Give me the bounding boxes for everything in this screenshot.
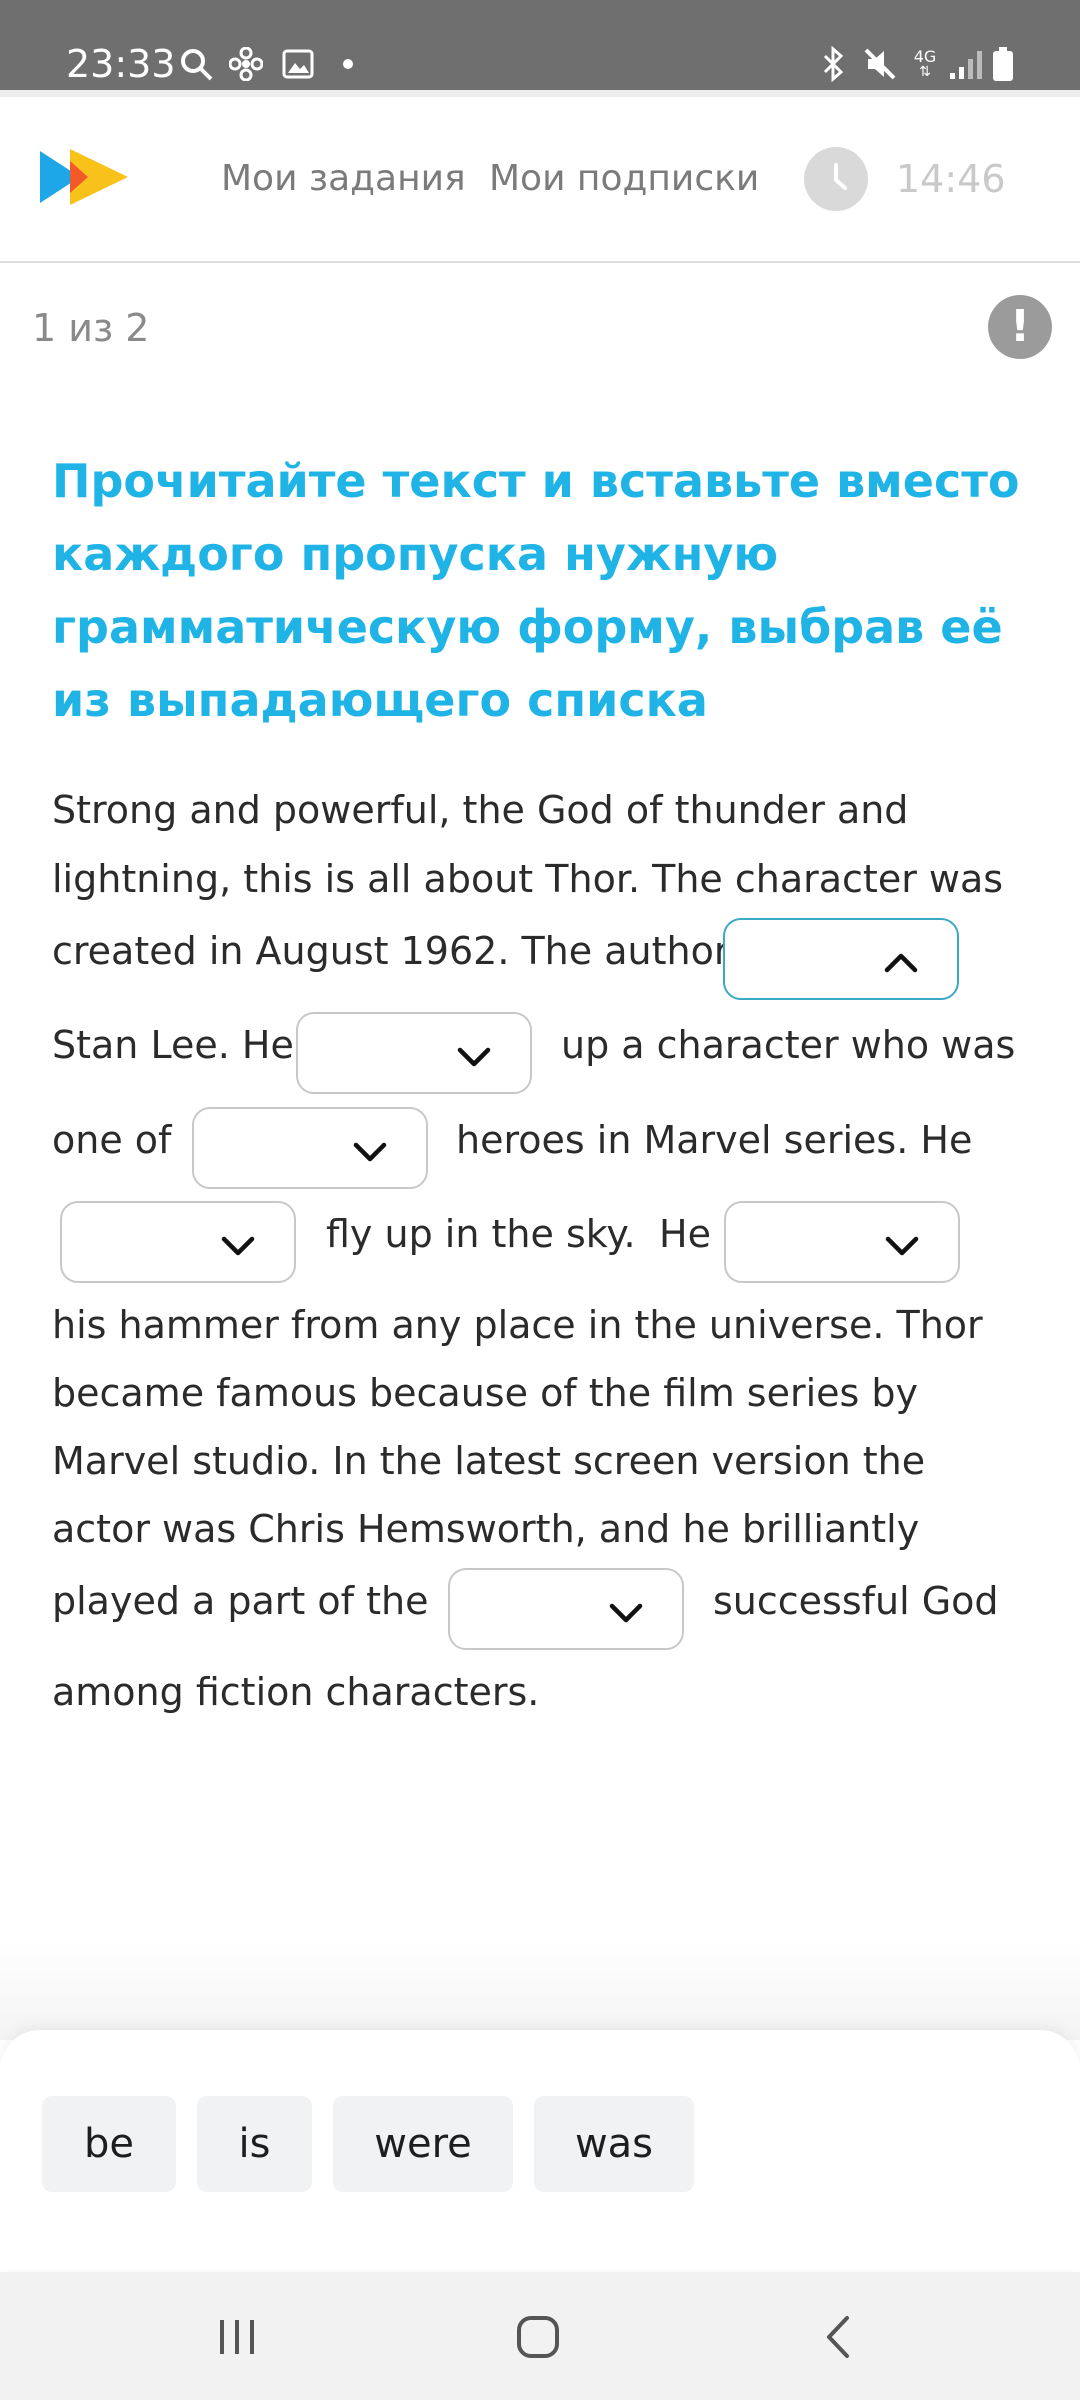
4g-icon: 4G ⇅ [913,47,937,80]
report-icon[interactable]: ! [988,295,1052,359]
text-segment: Stan Lee. He [52,1023,294,1067]
sheet-shadow [0,1940,1080,2040]
text-line: among fiction characters. [52,1650,1042,1734]
nav-my-tasks[interactable]: Мои задания [221,157,466,201]
dot-icon [340,44,356,84]
timer-value: 14:46 [896,157,1006,201]
system-nav-bar [0,2272,1080,2400]
back-icon[interactable] [815,2312,865,2362]
chevron-down-icon [885,1236,919,1256]
text-segment: successful God [713,1579,999,1623]
text-segment: He [659,1212,711,1256]
answer-select-5[interactable] [724,1201,960,1283]
recent-apps-icon[interactable] [212,2312,262,2362]
option-is[interactable]: is [197,2096,312,2192]
home-icon[interactable] [513,2312,563,2362]
text-segment: heroes in Marvel series. He [456,1118,973,1162]
nav-my-subscriptions[interactable]: Мои подписки [489,157,759,201]
chevron-down-icon [221,1236,255,1256]
answer-select-3[interactable] [192,1107,428,1189]
pinwheel-icon [226,44,266,84]
battery-icon [988,44,1018,84]
option-was[interactable]: was [534,2096,694,2192]
search-icon [176,44,216,84]
answer-select-1[interactable] [723,918,959,1000]
image-icon [278,44,318,84]
text-segment: among fiction characters. [52,1670,540,1714]
app-screen: 23:33 4G ⇅ Мои задания Мои подписки 14:4… [0,0,1080,2400]
app-logo[interactable] [40,147,130,207]
option-were[interactable]: were [333,2096,513,2192]
text-segment: created in August 1962. The author [52,929,730,973]
text-segment: up a character who was [561,1023,1016,1067]
question-counter: 1 из 2 [32,306,150,350]
answer-select-2[interactable] [296,1012,532,1094]
status-divider [0,90,1080,97]
chevron-down-icon [353,1142,387,1162]
text-segment: one of [52,1118,172,1162]
chevron-down-icon [609,1603,643,1623]
bluetooth-icon [816,44,852,84]
app-header: Мои задания Мои подписки 14:46 [0,97,1080,263]
signal-icon [946,44,986,84]
chevron-down-icon [457,1047,491,1067]
task-instructions: Прочитайте текст и вставьте вместо каждо… [52,454,1020,727]
text-line: Stan Lee. He up a character who was [52,1003,1042,1087]
chevron-up-icon [884,953,918,973]
status-bar: 23:33 4G ⇅ [0,0,1080,90]
network-label: 4G [913,47,937,66]
mute-icon [860,44,900,84]
answer-select-4[interactable] [60,1201,296,1283]
clock-icon [804,147,868,211]
text-segment: fly up in the sky. [326,1212,636,1256]
text-segment: played a part of the [52,1579,429,1623]
answer-select-6[interactable] [448,1568,684,1650]
option-be[interactable]: be [42,2096,176,2192]
status-time: 23:33 [66,42,176,86]
